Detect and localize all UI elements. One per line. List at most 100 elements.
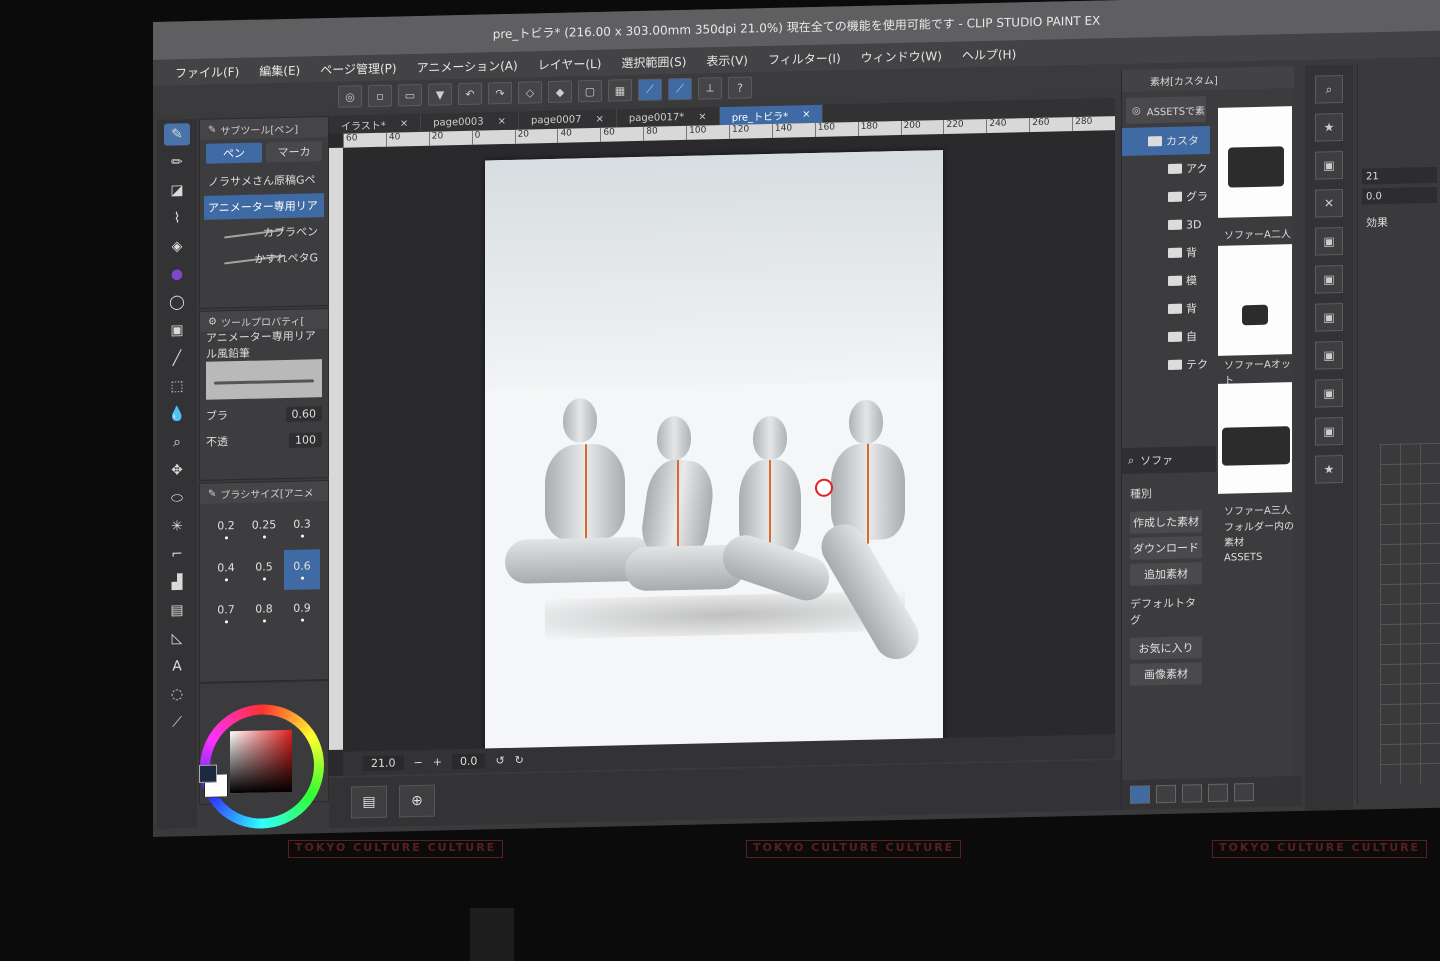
gradient-tool-icon[interactable]: ▣ — [164, 319, 190, 342]
rotate-left-icon[interactable]: ↺ — [495, 754, 504, 767]
crop-icon[interactable]: ▢ — [578, 79, 602, 103]
clip-studio-icon[interactable]: ◎ — [338, 85, 362, 108]
brush-size-option[interactable]: 0.3 — [284, 507, 320, 548]
material-icon[interactable]: ▣ — [1315, 416, 1343, 446]
menu-view[interactable]: 表示(V) — [706, 51, 748, 69]
transform-icon[interactable]: ◇ — [518, 81, 542, 104]
subtool-item[interactable]: かすれペタG — [204, 245, 324, 272]
tag-image-material[interactable]: 画像素材 — [1130, 662, 1202, 686]
zoom-out-icon[interactable]: − — [414, 755, 423, 768]
category-downloaded[interactable]: ダウンロード — [1130, 536, 1202, 560]
brush-size-option[interactable]: 0.8 — [246, 592, 282, 633]
layer-list[interactable] — [1380, 442, 1440, 785]
material-folder[interactable]: 背 — [1122, 294, 1210, 324]
material-icon[interactable]: ▣ — [1315, 302, 1343, 332]
subtool-item[interactable]: カブラペン — [204, 219, 324, 246]
material-icon[interactable]: ▣ — [1315, 264, 1343, 294]
material-folder[interactable]: テク — [1122, 350, 1210, 380]
move-tool-icon[interactable]: ✥ — [164, 459, 190, 482]
object-tool-icon[interactable]: ⬚ — [164, 375, 190, 398]
special-ruler-snap-icon[interactable]: ⟋ — [668, 77, 692, 101]
background-color-swatch[interactable] — [199, 764, 228, 798]
brush-size-value[interactable]: 0.60 — [285, 405, 322, 422]
material-folder[interactable]: アク — [1122, 154, 1210, 184]
menu-edit[interactable]: 編集(E) — [259, 61, 300, 79]
angle-value[interactable]: 0.0 — [451, 752, 486, 769]
fit-view-icon[interactable]: ⊕ — [399, 784, 435, 818]
menu-page[interactable]: ページ管理(P) — [320, 59, 396, 78]
subtool-item[interactable]: ノラサメさん原稿Gペ — [204, 167, 324, 194]
3d-figure[interactable] — [813, 398, 943, 711]
auto-select-tool-icon[interactable]: ✳ — [164, 515, 190, 538]
open-folder-icon[interactable]: ▭ — [398, 83, 422, 107]
zoom-in-icon[interactable]: + — [433, 755, 442, 768]
saturation-value-square[interactable] — [230, 729, 292, 794]
material-folder[interactable]: グラ — [1122, 182, 1210, 212]
blend-tool-icon[interactable]: 💧 — [164, 403, 190, 426]
eraser-tool-icon[interactable]: ◪ — [164, 179, 190, 202]
material-icon[interactable]: ▣ — [1315, 378, 1343, 408]
canvas-page[interactable] — [485, 150, 943, 761]
brush-size-option[interactable]: 0.6 — [284, 549, 320, 591]
zoom-value[interactable]: 21.0 — [363, 754, 404, 771]
correct-line-tool-icon[interactable]: ⟋ — [164, 711, 190, 734]
tab-marker[interactable]: マーカ — [266, 141, 322, 163]
balloon-tool-icon[interactable]: ◌ — [164, 683, 190, 706]
zoom-tool-icon[interactable]: ⌕ — [164, 431, 190, 454]
brush-size-option[interactable]: 0.5 — [246, 550, 282, 591]
layer-field[interactable]: 0.0 — [1362, 186, 1437, 205]
stamp-tool-icon[interactable]: ▟ — [164, 571, 190, 594]
selection-tool-icon[interactable]: ⬭ — [164, 487, 190, 510]
new-file-icon[interactable]: ▫ — [368, 84, 392, 108]
paste-icon[interactable] — [1182, 784, 1202, 803]
document-tab[interactable]: page0007 × — [519, 109, 617, 130]
save-icon[interactable]: ▼ — [428, 83, 452, 106]
close-tab-icon[interactable]: × — [400, 118, 408, 129]
undo-icon[interactable]: ↶ — [458, 82, 482, 106]
document-tab[interactable]: page0003 × — [421, 111, 520, 132]
assets-button[interactable]: ◎ ASSETSで素 — [1126, 96, 1206, 124]
material-icon[interactable]: ▣ — [1315, 340, 1343, 370]
brush-tool-icon[interactable]: ⌇ — [164, 207, 190, 230]
list-view-icon[interactable] — [1130, 785, 1150, 804]
ruler-tool-icon[interactable]: ◺ — [164, 627, 190, 650]
material-folder[interactable]: 自 — [1122, 322, 1210, 352]
material-icon[interactable]: ▣ — [1315, 226, 1343, 256]
rotate-right-icon[interactable]: ↻ — [515, 753, 524, 766]
brush-size-option[interactable]: 0.4 — [208, 551, 244, 592]
frame-tool-icon[interactable]: ▤ — [164, 599, 190, 622]
close-tab-icon[interactable]: × — [595, 113, 603, 124]
menu-window[interactable]: ウィンドウ(W) — [861, 47, 942, 66]
document-tab[interactable]: pre_トビラ* × — [719, 104, 824, 126]
tag-favorite[interactable]: お気に入り — [1130, 636, 1202, 660]
brush-size-option[interactable]: 0.2 — [208, 509, 244, 550]
category-created[interactable]: 作成した素材 — [1130, 510, 1202, 534]
document-tab[interactable]: page0017* × — [616, 107, 720, 128]
menu-selection[interactable]: 選択範囲(S) — [621, 52, 686, 70]
delete-icon[interactable] — [1234, 783, 1254, 802]
document-tab[interactable]: イラスト* × — [329, 113, 422, 135]
fill-tool-icon[interactable]: ◈ — [164, 235, 190, 258]
menu-animation[interactable]: アニメーション(A) — [417, 56, 518, 75]
help-icon[interactable]: ? — [728, 76, 752, 99]
star-icon[interactable]: ★ — [1315, 112, 1343, 142]
eyedropper-tool-icon[interactable]: ⌐ — [164, 543, 190, 566]
material-icon[interactable]: ▣ — [1315, 150, 1343, 180]
thumbnail-view-icon[interactable] — [1156, 784, 1176, 804]
redo-icon[interactable]: ↷ — [488, 81, 512, 105]
close-tab-icon[interactable]: × — [802, 109, 810, 120]
foreground-color-swatch[interactable] — [199, 764, 217, 783]
opacity-value[interactable]: 100 — [289, 431, 322, 448]
tab-pen[interactable]: ペン — [206, 142, 262, 164]
ruler-snap-icon[interactable]: ⟋ — [638, 78, 662, 101]
3d-figure[interactable] — [505, 397, 655, 610]
material-thumbnail[interactable] — [1218, 382, 1292, 494]
menu-layer[interactable]: レイヤー(L) — [538, 54, 602, 72]
category-added[interactable]: 追加素材 — [1130, 562, 1202, 586]
fill-icon[interactable]: ◆ — [548, 80, 572, 104]
material-folder[interactable]: 模 — [1122, 266, 1210, 296]
lasso-tool-icon[interactable]: ◯ — [164, 291, 190, 314]
layer-field[interactable]: 21 — [1362, 166, 1437, 185]
menu-file[interactable]: ファイル(F) — [175, 63, 239, 81]
material-thumbnail[interactable] — [1218, 106, 1292, 218]
